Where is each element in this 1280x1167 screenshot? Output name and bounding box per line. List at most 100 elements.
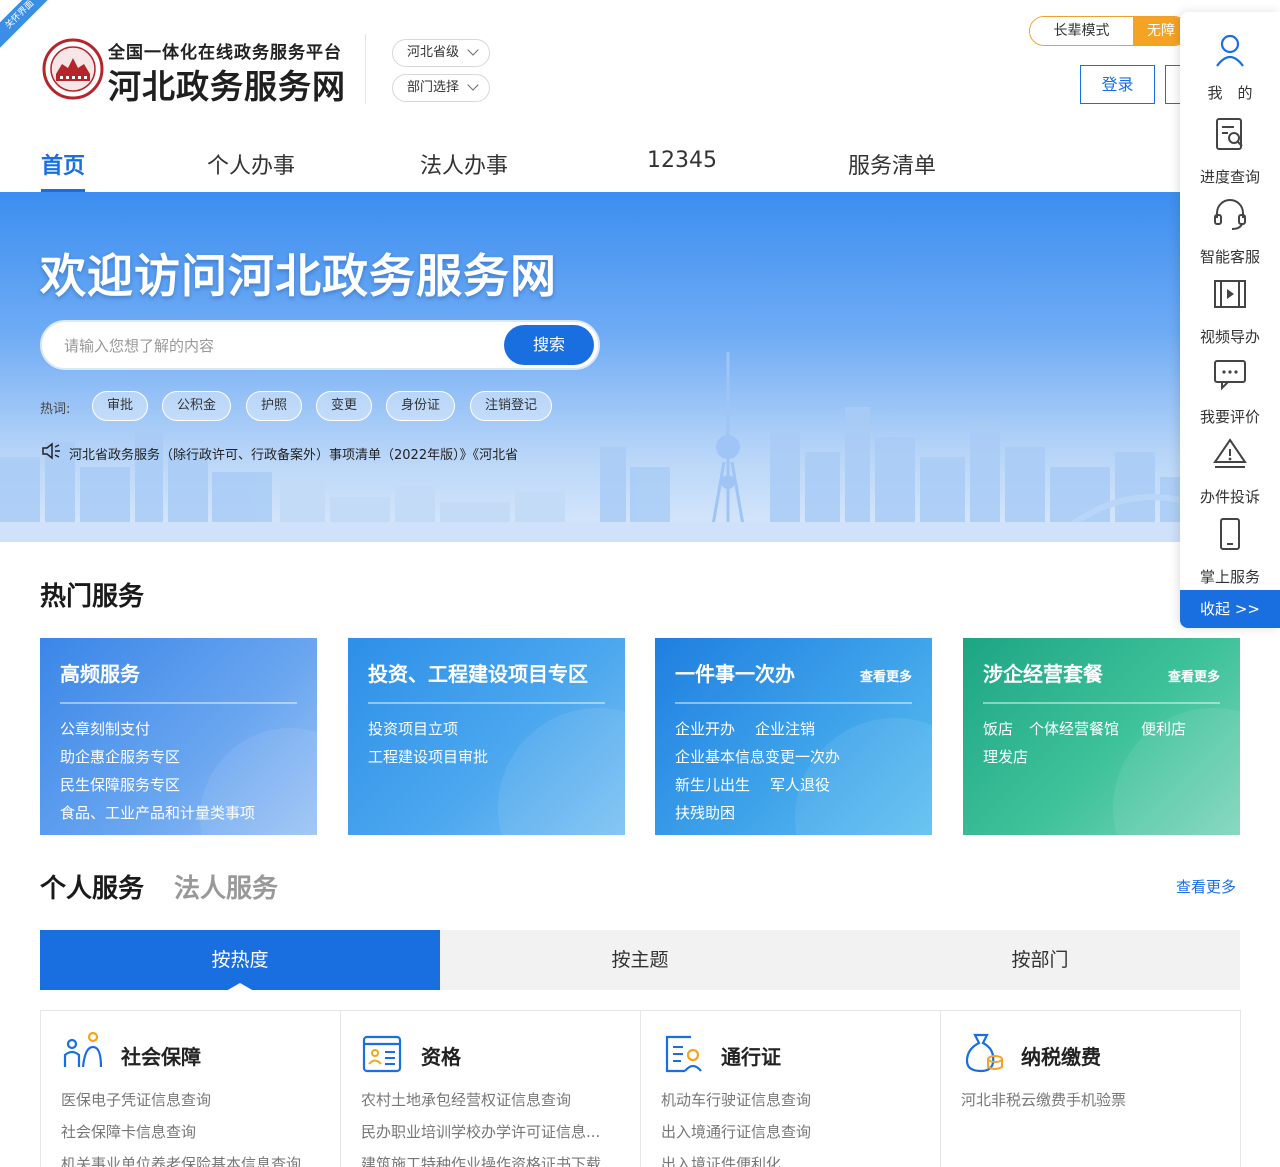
card-title: 一件事一次办 [675, 662, 795, 686]
site-title[interactable]: 河北政务服务网 [108, 60, 346, 108]
hot-word-tag[interactable]: 公积金 [162, 391, 232, 421]
my-account-item[interactable]: 我 的 [1180, 32, 1280, 112]
video-guide-label: 视频导办 [1199, 328, 1260, 346]
hero-banner: 欢迎访问河北政务服务网 搜索 热词: 审批 公积金 护照 变更 身份证 注销登记… [0, 192, 1280, 542]
hero-title: 欢迎访问河北政务服务网 [40, 249, 557, 303]
card-link[interactable]: 企业基本信息变更一次办 [675, 746, 840, 767]
service-card-high-frequency[interactable]: 高频服务 公章刻制支付 助企惠企服务专区 民生保障服务专区 食品、工业产品和计量… [40, 638, 317, 835]
pass-icon [665, 1035, 702, 1073]
hot-word-tag[interactable]: 护照 [246, 391, 303, 421]
notice-text: 河北省政务服务（除行政许可、行政备案外）事项清单（2022年版）》《河北省 [69, 448, 519, 463]
card-link[interactable]: 企业开办 [675, 718, 735, 739]
progress-query-item[interactable]: 进度查询 [1180, 116, 1280, 196]
department-select[interactable]: 部门选择 [392, 74, 490, 102]
category-qualification: 资格 农村土地承包经营权证信息查询 民办职业培训学校办学许可证信息... 建筑施… [340, 1010, 641, 1167]
card-link[interactable]: 投资项目立项 [368, 718, 458, 739]
card-divider [983, 702, 1220, 704]
video-guide-item[interactable]: 视频导办 [1180, 276, 1280, 356]
card-more-link[interactable]: 查看更多 [1168, 666, 1220, 685]
chevron-down-icon [467, 44, 479, 56]
smart-service-item[interactable]: 智能客服 [1180, 196, 1280, 276]
nav-service-list[interactable]: 服务清单 [848, 148, 936, 192]
card-link[interactable]: 工程建设项目审批 [368, 746, 488, 767]
category-title: 纳税缴费 [1021, 1045, 1101, 1069]
tab-legal-services[interactable]: 法人服务 [174, 868, 278, 905]
category-link[interactable]: 出入境通行证信息查询 [661, 1121, 921, 1142]
header-divider [365, 34, 366, 104]
hot-word-tag[interactable]: 注销登记 [470, 391, 553, 421]
category-link[interactable]: 机关事业单位养老保险基本信息查询 [61, 1153, 321, 1167]
card-link[interactable]: 饭店 [983, 718, 1013, 739]
emblem-logo[interactable] [42, 38, 104, 100]
nav-12345[interactable]: 12345 [647, 148, 717, 192]
region-select[interactable]: 河北省级 [392, 39, 490, 67]
hot-word-tag[interactable]: 身份证 [386, 391, 456, 421]
tab-personal-services[interactable]: 个人服务 [40, 868, 144, 905]
speaker-icon [42, 442, 60, 460]
card-more-link[interactable]: 查看更多 [860, 666, 912, 685]
user-icon [1216, 34, 1244, 67]
category-link[interactable]: 建筑施工特种作业操作资格证书下载 [361, 1153, 621, 1167]
hot-word-tag[interactable]: 审批 [92, 391, 149, 421]
smart-service-label: 智能客服 [1199, 248, 1260, 266]
card-title: 投资、工程建设项目专区 [368, 662, 588, 686]
category-link[interactable]: 农村土地承包经营权证信息查询 [361, 1089, 621, 1110]
my-account-label: 我 的 [1207, 84, 1253, 102]
hot-words-label: 热词: [40, 402, 71, 417]
service-card-one-thing[interactable]: 一件事一次办 查看更多 企业开办 企业注销 企业基本信息变更一次办 新生儿出生 … [655, 638, 932, 835]
card-link[interactable]: 食品、工业产品和计量类事项 [60, 802, 255, 823]
category-pass: 通行证 机动车行驶证信息查询 出入境通行证信息查询 出入境证件便利化 [640, 1010, 941, 1167]
card-link[interactable]: 公章刻制支付 [60, 718, 150, 739]
segment-by-department[interactable]: 按部门 [840, 930, 1240, 990]
complaint-label: 办件投诉 [1199, 488, 1260, 506]
view-more-link[interactable]: 查看更多 [1176, 876, 1236, 897]
login-button[interactable]: 登录 [1080, 65, 1155, 104]
card-link[interactable]: 新生儿出生 [675, 774, 750, 795]
rate-label: 我要评价 [1199, 408, 1260, 426]
card-link[interactable]: 扶残助困 [675, 802, 735, 823]
category-title: 资格 [421, 1045, 461, 1069]
card-link[interactable]: 个体经营餐馆 [1029, 718, 1119, 739]
search-button[interactable]: 搜索 [504, 325, 594, 365]
department-select-label: 部门选择 [407, 80, 460, 95]
segment-by-popularity[interactable]: 按热度 [40, 930, 440, 991]
phone-icon [1220, 518, 1240, 550]
category-link[interactable]: 河北非税云缴费手机验票 [961, 1089, 1221, 1110]
card-link[interactable]: 便利店 [1141, 718, 1186, 739]
card-link[interactable]: 军人退役 [770, 774, 830, 795]
progress-query-label: 进度查询 [1199, 168, 1260, 186]
category-link[interactable]: 机动车行驶证信息查询 [661, 1089, 921, 1110]
card-title: 高频服务 [60, 662, 140, 686]
card-title: 涉企经营套餐 [983, 662, 1103, 686]
nav-legal-entity[interactable]: 法人办事 [420, 148, 508, 192]
segment-by-theme[interactable]: 按主题 [440, 930, 840, 990]
category-link[interactable]: 社会保障卡信息查询 [61, 1121, 321, 1142]
film-icon [1214, 280, 1246, 308]
mobile-service-label: 掌上服务 [1199, 568, 1260, 586]
card-link[interactable]: 助企惠企服务专区 [60, 746, 180, 767]
elder-mode-button[interactable]: 长辈模式 [1030, 17, 1133, 45]
service-card-investment[interactable]: 投资、工程建设项目专区 投资项目立项 工程建设项目审批 [348, 638, 625, 835]
category-link[interactable]: 出入境证件便利化 [661, 1153, 921, 1167]
headset-icon [1214, 199, 1246, 230]
category-title: 社会保障 [121, 1045, 201, 1069]
hot-services-title: 热门服务 [40, 582, 145, 612]
alert-icon [1213, 438, 1247, 468]
rate-item[interactable]: 我要评价 [1180, 356, 1280, 436]
nav-personal[interactable]: 个人办事 [207, 148, 295, 192]
service-card-business-package[interactable]: 涉企经营套餐 查看更多 饭店 个体经营餐馆 便利店 理发店 [963, 638, 1240, 835]
chat-bubble-icon [1214, 360, 1246, 391]
collapse-toolbar-button[interactable]: 收起 >> [1180, 590, 1280, 628]
nav-home[interactable]: 首页 [41, 148, 86, 192]
card-link[interactable]: 企业注销 [755, 718, 815, 739]
region-select-label: 河北省级 [407, 45, 460, 60]
card-link[interactable]: 理发店 [983, 746, 1028, 767]
hot-word-tag[interactable]: 变更 [316, 391, 373, 421]
card-link[interactable]: 民生保障服务专区 [60, 774, 180, 795]
category-link[interactable]: 医保电子凭证信息查询 [61, 1089, 321, 1110]
search-input[interactable] [64, 334, 484, 358]
complaint-item[interactable]: 办件投诉 [1180, 436, 1280, 516]
category-link[interactable]: 民办职业培训学校办学许可证信息... [361, 1121, 621, 1142]
chevron-down-icon [467, 79, 479, 91]
mobile-service-item[interactable]: 掌上服务 [1180, 516, 1280, 596]
